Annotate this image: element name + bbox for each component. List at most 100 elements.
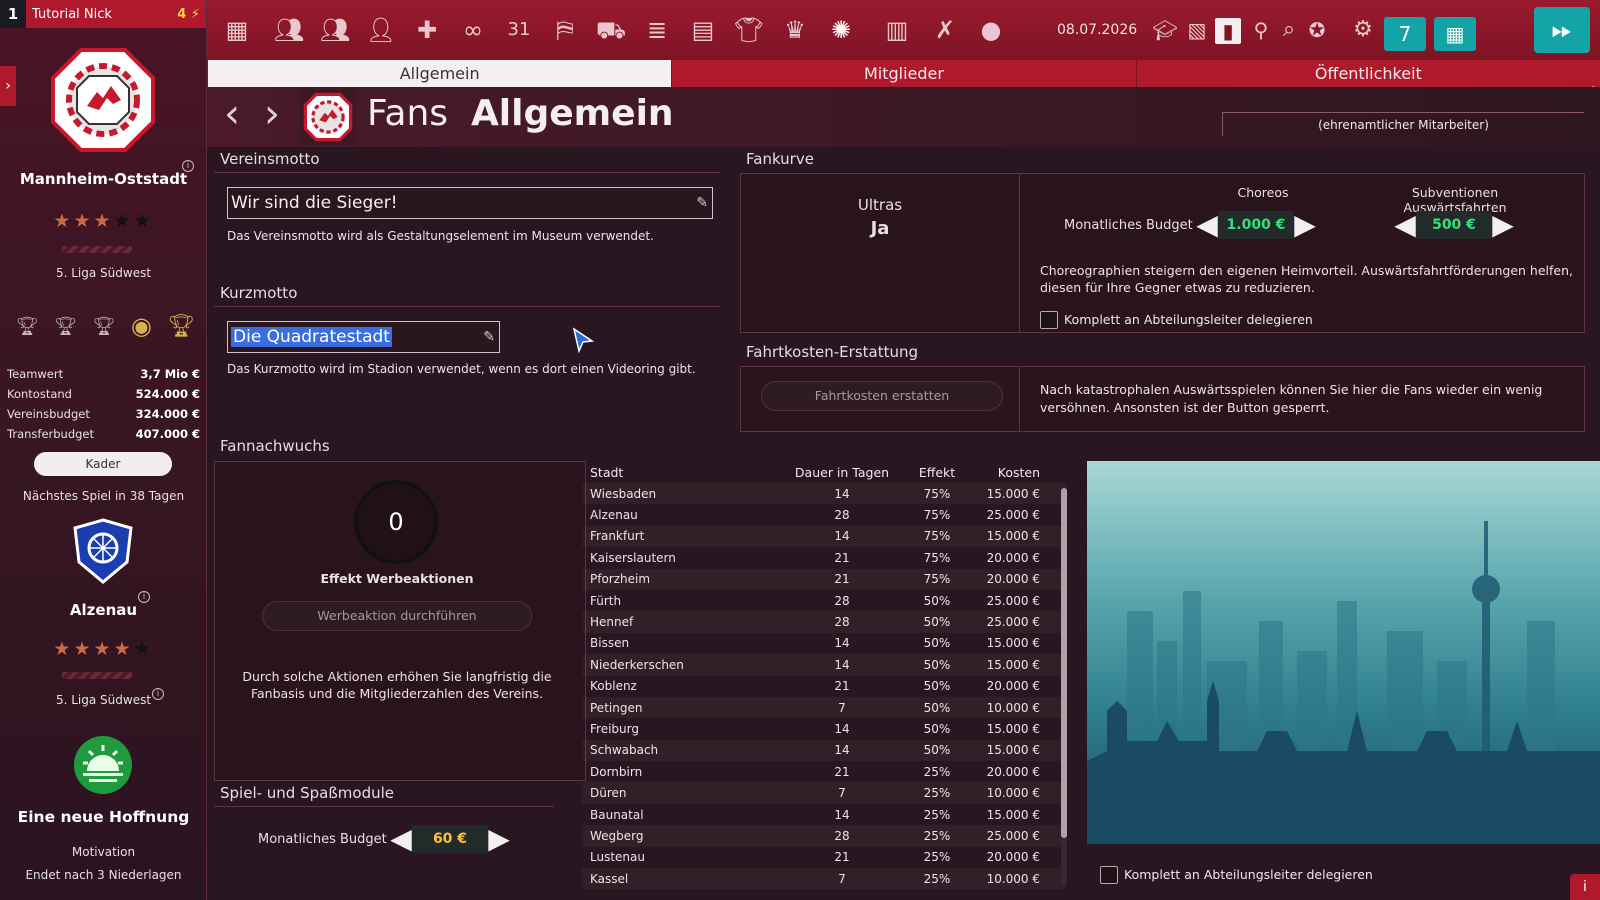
fankurve-delegate-checkbox[interactable] xyxy=(1040,311,1058,329)
table-row[interactable]: Niederkerschen 14 50% 15.000 € xyxy=(582,654,1066,676)
tab-oeffentlichkeit[interactable]: Öffentlichkeit xyxy=(1135,60,1600,87)
table-row[interactable]: Pforzheim 21 75% 20.000 € xyxy=(582,568,1066,590)
stadium-plan-icon[interactable]: ▦ xyxy=(221,14,253,46)
squad-icon[interactable]: 👥︎ xyxy=(319,14,351,46)
club-name: Mannheim-Oststadt xyxy=(19,170,188,188)
training-icon[interactable]: ⛿ xyxy=(549,14,581,46)
table-row[interactable]: Kassel 7 25% 10.000 € xyxy=(582,868,1066,890)
table-cell: 50% xyxy=(923,593,951,608)
decrease-button[interactable]: ◀ xyxy=(1394,208,1416,241)
table-cell: 25% xyxy=(923,850,951,865)
finance-row: Transferbudget 407.000 € xyxy=(7,427,200,441)
increase-button[interactable]: ▶ xyxy=(1492,208,1514,241)
gear-icon[interactable]: ⚙ xyxy=(1347,14,1379,46)
trophy-icon[interactable]: 🏆︎ xyxy=(92,316,115,337)
spielmodule-budget-stepper: ◀ 60 € ▶ xyxy=(390,822,510,855)
opponent-crest[interactable] xyxy=(71,518,135,584)
top-navigation: ▦ 👥︎ 👥︎ 👤︎ ✚ ∞ 31 ⛿ ⛟ ≣ ▤ 👕︎ ♛ ✺ ▥ ✗ ● 0… xyxy=(207,0,1600,60)
user-header: 1 Tutorial Nick 4 ⚡ xyxy=(0,0,206,28)
table-cell: Koblenz xyxy=(590,679,637,694)
forward-button[interactable]: › xyxy=(257,91,287,137)
decrease-button[interactable]: ◀ xyxy=(1196,208,1218,241)
table-cell: 75% xyxy=(923,572,951,587)
finance-row: Teamwert 3,7 Mio € xyxy=(7,367,200,381)
fankurve-delegate-label: Komplett an Abteilungsleiter delegieren xyxy=(1064,312,1313,327)
ultras-label: Ultras xyxy=(857,196,903,214)
bus-icon[interactable]: ⛟ xyxy=(595,14,627,46)
table-row[interactable]: Koblenz 21 50% 20.000 € xyxy=(582,676,1066,697)
stadium-icon[interactable]: ▥ xyxy=(881,14,913,46)
table-row[interactable]: Petingen 7 50% 10.000 € xyxy=(582,696,1066,719)
tactics-icon[interactable]: ✗ xyxy=(929,14,961,46)
trophy-icon[interactable]: 🏆︎ xyxy=(54,316,77,337)
table-cell: 25.000 € xyxy=(986,615,1040,630)
table-row[interactable]: Freiburg 14 50% 15.000 € xyxy=(582,718,1066,739)
info-icon[interactable]: i xyxy=(152,688,164,700)
club-crest[interactable] xyxy=(51,48,155,152)
statistics-icon[interactable]: ▮ xyxy=(1215,18,1241,44)
table-row[interactable]: Lustenau 21 25% 20.000 € xyxy=(582,847,1066,868)
tab-allgemein[interactable]: Allgemein xyxy=(207,60,672,87)
info-icon[interactable]: i xyxy=(138,591,150,603)
table-row[interactable]: Düren 7 25% 10.000 € xyxy=(582,782,1066,804)
table-row[interactable]: Baunatal 14 25% 15.000 € xyxy=(582,804,1066,825)
medal-icon[interactable]: ✪ xyxy=(1301,14,1333,46)
table-scroll-thumb[interactable] xyxy=(1061,488,1067,838)
table-row[interactable]: Dornbirn 21 25% 20.000 € xyxy=(582,761,1066,782)
skyline-illustration xyxy=(1087,521,1600,844)
column-header[interactable]: Stadt xyxy=(582,465,782,480)
table-row[interactable]: Hennef 28 50% 25.000 € xyxy=(582,611,1066,633)
back-button[interactable]: ‹ xyxy=(217,91,247,137)
column-header[interactable]: Kosten xyxy=(972,465,1052,480)
team-icon[interactable]: 👥︎ xyxy=(273,14,305,46)
binoculars-icon[interactable]: ∞ xyxy=(457,14,489,46)
info-icon[interactable]: i xyxy=(182,160,194,172)
calendar-day-button[interactable]: 7 xyxy=(1384,17,1426,51)
calendar-month-button[interactable]: ▦ xyxy=(1434,17,1476,51)
next-match-text: Nächstes Spiel in 38 Tagen xyxy=(22,489,185,503)
vereinsmotto-input[interactable]: Wir sind die Sieger! ✎ xyxy=(227,187,713,219)
table-cell: Frankfurt xyxy=(590,529,645,544)
divider xyxy=(214,172,720,173)
help-button[interactable]: i xyxy=(1570,874,1600,900)
graduation-cap-icon[interactable]: 🎓︎ xyxy=(1149,14,1181,46)
manager-icon[interactable]: ● xyxy=(975,14,1007,46)
table-cell: Fürth xyxy=(590,593,622,608)
fannachwuchs-delegate-checkbox[interactable] xyxy=(1100,866,1118,884)
table-cell: 15.000 € xyxy=(986,486,1040,501)
sidebar-collapse-button[interactable]: › xyxy=(0,66,16,106)
table-row[interactable]: Schwabach 14 50% 15.000 € xyxy=(582,739,1066,762)
increase-button[interactable]: ▶ xyxy=(488,822,510,855)
tab-mitglieder[interactable]: Mitglieder xyxy=(671,60,1136,87)
werbeaktion-button[interactable]: Werbeaktion durchführen xyxy=(262,601,532,631)
increase-button[interactable]: ▶ xyxy=(1294,208,1316,241)
medical-kit-icon[interactable]: ✚ xyxy=(411,14,443,46)
fans-icon[interactable]: ✺ xyxy=(825,14,857,46)
player-icon[interactable]: 👤︎ xyxy=(365,14,397,46)
trophy-icon[interactable]: 🏆︎ xyxy=(16,316,39,337)
medal-icon[interactable]: ◉ xyxy=(131,312,152,340)
kader-button[interactable]: Kader xyxy=(34,452,172,476)
column-header[interactable]: Effekt xyxy=(902,465,972,480)
table-row[interactable]: Frankfurt 14 75% 15.000 € xyxy=(582,525,1066,548)
fahrtkosten-button[interactable]: Fahrtkosten erstatten xyxy=(761,381,1003,411)
table-row[interactable]: Kaiserslautern 21 75% 20.000 € xyxy=(582,547,1066,568)
table-row[interactable]: Fürth 28 50% 25.000 € xyxy=(582,590,1066,611)
kurzmotto-input[interactable]: Die Quadratestadt ✎ xyxy=(227,321,500,353)
table-row[interactable]: Wegberg 28 25% 25.000 € xyxy=(582,825,1066,847)
table-row[interactable]: Alzenau 28 75% 25.000 € xyxy=(582,504,1066,525)
decrease-button[interactable]: ◀ xyxy=(390,822,412,855)
continue-button[interactable]: ⏩︎ xyxy=(1534,7,1590,53)
stack-icon[interactable]: ≣ xyxy=(641,14,673,46)
newspaper-icon[interactable]: ▤ xyxy=(687,14,719,46)
table-cell: Niederkerschen xyxy=(590,657,684,672)
table-row[interactable]: Wiesbaden 14 75% 15.000 € xyxy=(582,483,1066,505)
column-header[interactable]: Dauer in Tagen xyxy=(782,465,902,480)
cup-icon[interactable]: 🏆︎ xyxy=(167,314,195,339)
jersey-icon[interactable]: 👕︎ xyxy=(733,14,765,46)
presentation-icon[interactable]: ▧ xyxy=(1181,14,1213,46)
table-row[interactable]: Bissen 14 50% 15.000 € xyxy=(582,633,1066,654)
fahrtkosten-description: Nach katastrophalen Auswärtsspielen könn… xyxy=(1040,382,1543,415)
crown-icon[interactable]: ♛ xyxy=(779,14,811,46)
calendar-icon[interactable]: 31 xyxy=(503,14,535,46)
